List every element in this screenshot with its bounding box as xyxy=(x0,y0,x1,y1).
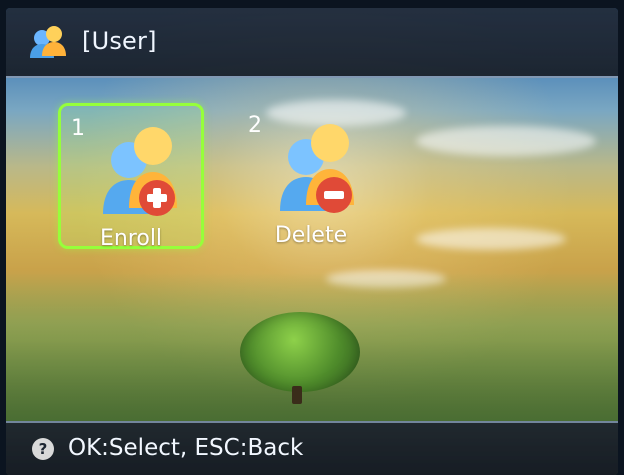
top-bar: [User] xyxy=(6,8,618,78)
user-remove-icon xyxy=(272,113,364,217)
user-add-icon xyxy=(95,116,187,220)
menu-item-label: Enroll xyxy=(99,226,163,251)
users-icon xyxy=(26,24,70,60)
key-hint: OK:Select, ESC:Back xyxy=(68,435,304,461)
menu-item-delete[interactable]: 2 Delete xyxy=(238,103,384,249)
device-screen: [User] 1 Enroll 2 Delete ? OK:Select, ES… xyxy=(6,8,618,475)
menu-item-number: 2 xyxy=(248,113,262,138)
help-icon: ? xyxy=(32,438,54,460)
tree-decoration xyxy=(240,312,360,392)
menu-item-number: 1 xyxy=(71,116,85,141)
bottom-bar: ? OK:Select, ESC:Back xyxy=(6,421,618,475)
cloud-decoration xyxy=(416,228,566,250)
menu-item-enroll[interactable]: 1 Enroll xyxy=(58,103,204,251)
page-title: [User] xyxy=(82,27,157,55)
tree-trunk-decoration xyxy=(292,386,302,404)
cloud-decoration xyxy=(416,126,596,156)
menu-item-label: Delete xyxy=(274,223,348,248)
